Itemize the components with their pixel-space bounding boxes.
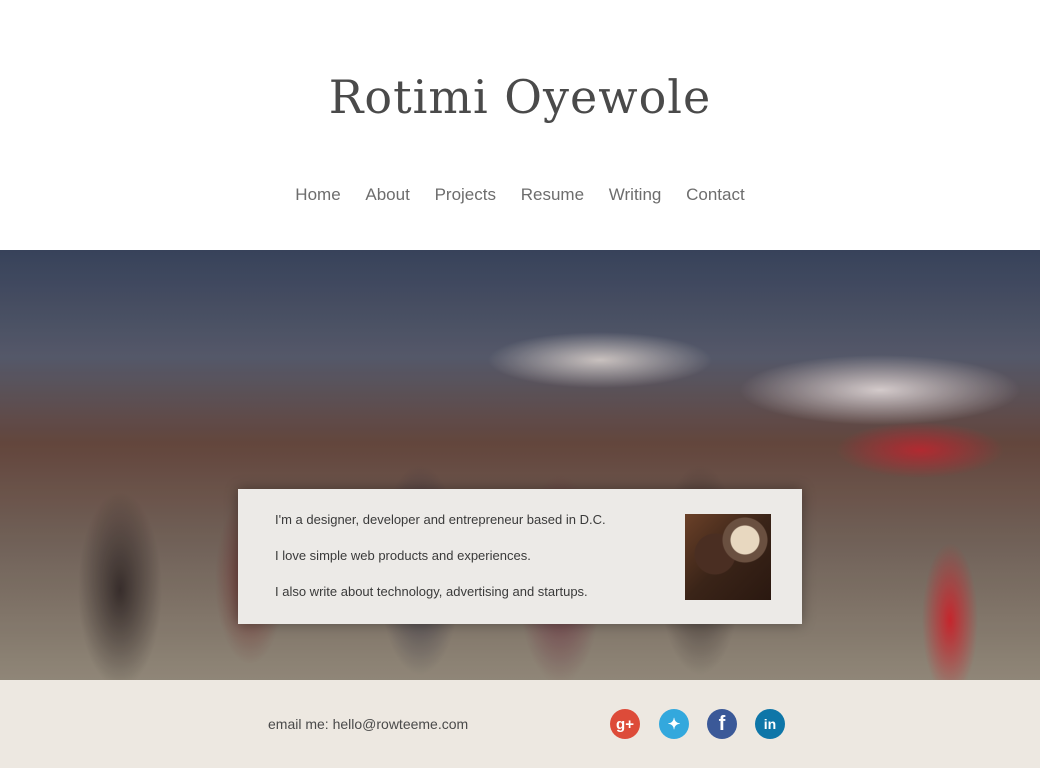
nav-projects[interactable]: Projects <box>435 185 496 204</box>
intro-line-products: I love simple web products and experienc… <box>275 548 531 563</box>
twitter-icon[interactable]: ✦ <box>659 709 689 739</box>
nav-about[interactable]: About <box>365 185 409 204</box>
email-label: email me: <box>268 716 329 732</box>
profile-photo <box>685 514 771 600</box>
site-header: Rotimi Oyewole Home About Projects Resum… <box>0 0 1040 250</box>
email-row: email me: hello@rowteeme.com <box>268 716 468 732</box>
nav-resume[interactable]: Resume <box>521 185 584 204</box>
google-plus-icon[interactable]: g+ <box>610 709 640 739</box>
intro-line-designer: I'm a designer, developer and entreprene… <box>275 512 606 527</box>
linkedin-icon[interactable]: in <box>755 709 785 739</box>
site-title[interactable]: Rotimi Oyewole <box>0 70 1040 124</box>
main-nav: Home About Projects Resume Writing Conta… <box>0 185 1040 205</box>
nav-home[interactable]: Home <box>295 185 340 204</box>
nav-writing[interactable]: Writing <box>609 185 662 204</box>
intro-card: I'm a designer, developer and entreprene… <box>238 489 802 624</box>
facebook-icon[interactable]: f <box>707 709 737 739</box>
nav-contact[interactable]: Contact <box>686 185 745 204</box>
intro-line-writing: I also write about technology, advertisi… <box>275 584 588 599</box>
footer: email me: hello@rowteeme.com g+ ✦ f in <box>0 680 1040 768</box>
email-link[interactable]: hello@rowteeme.com <box>333 716 469 732</box>
